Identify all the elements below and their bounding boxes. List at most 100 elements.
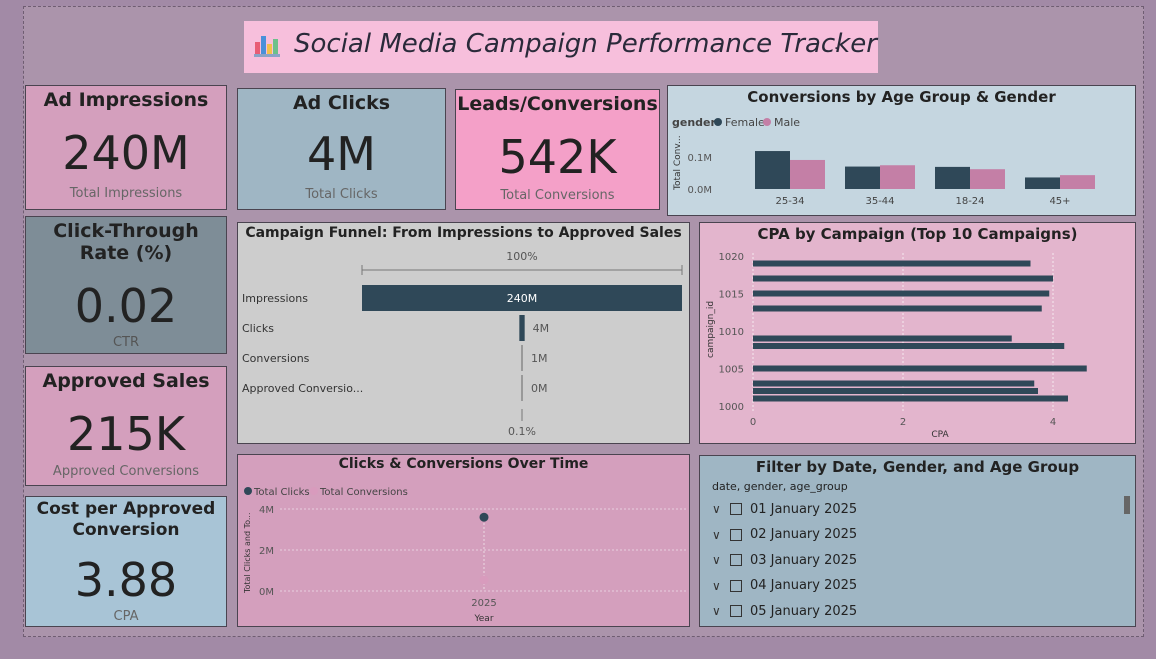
- slicer-checkbox[interactable]: [730, 579, 742, 592]
- header-banner: Social Media Campaign Performance Tracke…: [244, 21, 878, 73]
- chevron-down-icon[interactable]: ∨: [712, 528, 724, 542]
- kpi-leads-sub: Total Conversions: [500, 188, 615, 203]
- time-chart: Total Clicks Total Conversions Total Cli…: [243, 487, 686, 624]
- kpi-approved-title: Approved Sales: [42, 370, 210, 392]
- funnel-stage-label: Impressions: [242, 292, 308, 305]
- slicer-item[interactable]: ∨ 05 January 2025: [712, 600, 857, 622]
- kpi-impressions-card: Ad Impressions 240M Total Impressions: [25, 85, 227, 210]
- tc-y-tick: 0M: [259, 587, 274, 598]
- y-tick-1: 0.0M: [687, 185, 712, 196]
- legend-clicks-label: Total Clicks: [253, 487, 310, 498]
- cpa-bar: [753, 290, 1050, 297]
- kpi-ctr-card: Click-Through Rate (%) 0.02 CTR: [25, 216, 227, 354]
- funnel-top-label: 100%: [506, 250, 537, 263]
- age-gender-chart: gender Female Male Total Conv... 0.1M 0.…: [672, 116, 1095, 207]
- kpi-leads-title: Leads/Conversions: [457, 93, 658, 115]
- kpi-cpa-card: Cost per Approved Conversion 3.88 CPA: [25, 496, 227, 627]
- kpi-leads-card: Leads/Conversions 542K Total Conversions: [455, 89, 660, 210]
- kpi-ctr-value: 0.02: [74, 279, 178, 333]
- slicer-title: Filter by Date, Gender, and Age Group: [755, 458, 1080, 476]
- kpi-approved-sub: Approved Conversions: [52, 464, 200, 479]
- slicer-scrollbar[interactable]: [1124, 496, 1130, 514]
- kpi-impressions-title: Ad Impressions: [43, 89, 209, 111]
- slicer-item[interactable]: ∨ 03 January 2025: [712, 549, 857, 571]
- cpa-bar: [753, 275, 1053, 282]
- slicer-item-label: 05 January 2025: [750, 603, 858, 619]
- age-gender-bar: [790, 159, 825, 189]
- time-chart-card: Clicks & Conversions Over Time Total Cli…: [237, 454, 690, 627]
- y-tick-0: 0.1M: [687, 153, 712, 164]
- funnel-bottom-label: 0.1%: [508, 425, 536, 438]
- cpa-bar: [753, 343, 1065, 349]
- kpi-ctr-sub: CTR: [112, 335, 140, 350]
- age-gender-bar: [1060, 175, 1095, 189]
- chevron-down-icon[interactable]: ∨: [712, 502, 724, 516]
- x-tick-label: 25-34: [775, 196, 804, 207]
- cpa-y-tick: 1000: [719, 402, 744, 413]
- x-tick-label: 35-44: [865, 196, 894, 207]
- legend-conversions-label: Total Conversions: [319, 487, 408, 498]
- cpa-x-tick: 2: [900, 417, 906, 428]
- cpa-bar: [753, 380, 1035, 387]
- kpi-ctr-title: Click-Through Rate (%): [53, 220, 199, 264]
- title-suffix: .: [834, 37, 839, 53]
- funnel-stage-label: Approved Conversio...: [242, 382, 363, 395]
- legend-male-label: Male: [774, 116, 800, 129]
- kpi-cpa-sub: CPA: [113, 609, 139, 624]
- slicer-checkbox[interactable]: [730, 503, 742, 515]
- legend-clicks-marker: [244, 487, 252, 495]
- funnel-stage-label: Conversions: [242, 352, 310, 365]
- slicer-item[interactable]: ∨ 04 January 2025: [712, 575, 857, 597]
- cpa-x-tick: 0: [750, 417, 756, 428]
- funnel-chart-card: Campaign Funnel: From Impressions to App…: [237, 222, 690, 444]
- chevron-down-icon[interactable]: ∨: [712, 579, 724, 593]
- funnel-value-label: 4M: [533, 322, 550, 335]
- chevron-down-icon[interactable]: ∨: [712, 553, 724, 567]
- x-tick-label: 45+: [1049, 196, 1070, 207]
- kpi-cpa-title: Cost per Approved Conversion: [36, 499, 216, 540]
- chevron-down-icon[interactable]: ∨: [712, 604, 724, 618]
- tc-y-label: Total Clicks and To...: [243, 512, 252, 594]
- slicer-checkbox[interactable]: [730, 605, 742, 617]
- cpa-bar: [753, 335, 1012, 342]
- age-gender-bar: [935, 166, 970, 189]
- legend-title: gender: [672, 116, 717, 129]
- slicer-item[interactable]: ∨ 01 January 2025: [712, 498, 857, 520]
- cpa-chart: campaign_id CPA 0 2 4 1020 1015 1010 1005 1000: [706, 252, 1087, 440]
- tc-y-tick: 4M: [259, 505, 274, 516]
- cpa-y-tick: 1005: [719, 365, 744, 376]
- slicer-checkbox[interactable]: [730, 554, 742, 566]
- slicer-item-label: 01 January 2025: [750, 501, 858, 517]
- age-gender-chart-card: Conversions by Age Group & Gender gender…: [667, 85, 1136, 216]
- cpa-x-label: CPA: [931, 430, 949, 440]
- funnel-value-label: 1M: [531, 352, 548, 365]
- legend-female-marker: [714, 118, 722, 126]
- kpi-leads-value: 542K: [498, 130, 617, 184]
- cpa-y-tick: 1015: [719, 290, 744, 301]
- age-gender-bar: [970, 169, 1005, 189]
- y-axis-label: Total Conv...: [673, 135, 683, 191]
- slicer-item[interactable]: ∨ 02 January 2025: [712, 524, 857, 546]
- bar-chart-icon: [254, 32, 280, 60]
- funnel-chart: 100% 0.1% Impressions 240M Clicks 4M Convers…: [242, 250, 683, 438]
- funnel-bar: [521, 345, 523, 371]
- kpi-clicks-title: Ad Clicks: [292, 92, 391, 114]
- slicer-item-label: 04 January 2025: [750, 578, 858, 593]
- cpa-chart-card: CPA by Campaign (Top 10 Campaigns) campa…: [699, 222, 1136, 444]
- cpa-x-tick: 4: [1050, 417, 1056, 428]
- cpa-bar: [753, 388, 1038, 394]
- slicer-item-label: 02 January 2025: [750, 527, 858, 542]
- age-gender-bar: [755, 151, 790, 189]
- kpi-clicks-card: Ad Clicks 4M Total Clicks: [237, 88, 446, 210]
- slicer-checkbox[interactable]: [730, 528, 742, 541]
- funnel-bar: [521, 375, 523, 401]
- funnel-bar: [519, 315, 525, 341]
- tc-x-label: Year: [473, 614, 493, 624]
- tc-x-tick: 2025: [471, 598, 496, 609]
- cpa-bar: [753, 395, 1068, 402]
- age-gender-bar: [845, 166, 880, 189]
- age-gender-bar: [880, 165, 915, 189]
- funnel-value-label: 240M: [507, 292, 538, 305]
- slicer-field-label: date, gender, age_group: [712, 480, 848, 493]
- kpi-approved-card: Approved Sales 215K Approved Conversions: [25, 366, 227, 486]
